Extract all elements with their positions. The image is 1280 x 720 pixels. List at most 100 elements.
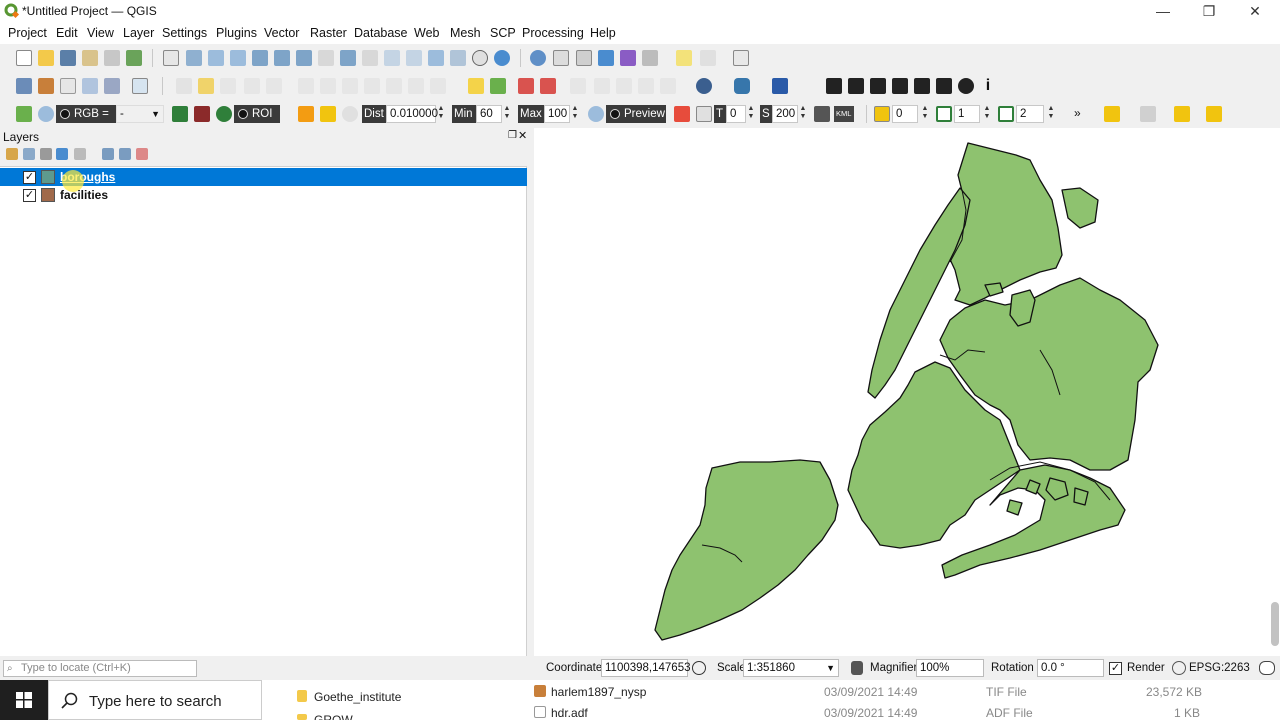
map-scrollbar-thumb[interactable]	[1271, 602, 1279, 646]
menu-view[interactable]: View	[87, 26, 114, 40]
zoom-roi-icon[interactable]	[216, 106, 232, 122]
zoom-out-icon[interactable]	[230, 50, 246, 66]
identify-features-icon[interactable]	[530, 50, 546, 66]
folder-item[interactable]: GROW	[314, 713, 353, 720]
float-panel-icon[interactable]: ❐	[508, 130, 517, 141]
collapse-all-icon[interactable]	[119, 148, 131, 160]
redo-icon[interactable]	[430, 78, 446, 94]
crs-globe-icon[interactable]	[1172, 661, 1186, 675]
start-button[interactable]	[0, 680, 48, 720]
band-green-input[interactable]: 1	[954, 105, 980, 123]
band-selector-icon[interactable]	[874, 106, 890, 122]
add-raster-layer-icon[interactable]	[82, 78, 98, 94]
new-print-layout-icon[interactable]	[82, 50, 98, 66]
data-source-manager-icon[interactable]	[16, 78, 32, 94]
scale-select[interactable]: 1:351860 ▼	[743, 659, 839, 677]
menu-processing[interactable]: Processing	[522, 26, 584, 40]
min-input[interactable]: 60	[476, 105, 502, 123]
label-tool-icon[interactable]	[468, 78, 484, 94]
temporal-controller-icon[interactable]	[472, 50, 488, 66]
toolbar-overflow-button[interactable]: »	[1074, 106, 1081, 120]
scp-tools-icon[interactable]	[826, 78, 842, 94]
menu-project[interactable]: Project	[8, 26, 47, 40]
add-feature-icon[interactable]	[244, 78, 260, 94]
max-spinner[interactable]: ▲ ▼	[570, 105, 580, 123]
menu-mesh[interactable]: Mesh	[450, 26, 481, 40]
filter-expression-icon[interactable]	[74, 148, 86, 160]
std-dev-stretch-icon[interactable]	[194, 106, 210, 122]
close-panel-icon[interactable]: ✕	[518, 129, 527, 142]
statistical-summary-icon[interactable]	[620, 50, 636, 66]
menu-layer[interactable]: Layer	[123, 26, 154, 40]
new-3d-map-icon[interactable]	[406, 50, 422, 66]
zoom-preview-icon[interactable]	[588, 106, 604, 122]
deselect-features-icon[interactable]	[1140, 106, 1156, 122]
menu-raster[interactable]: Raster	[310, 26, 347, 40]
rotate-label-icon[interactable]	[594, 78, 610, 94]
highlight-labels-icon[interactable]	[540, 78, 556, 94]
add-delimited-text-icon[interactable]	[132, 78, 148, 94]
scp-spectral-plot-icon[interactable]	[870, 78, 886, 94]
manage-themes-icon[interactable]	[40, 148, 52, 160]
add-mesh-layer-icon[interactable]	[104, 78, 120, 94]
crs-button[interactable]: EPSG:2263	[1189, 662, 1250, 674]
diagram-tool-icon[interactable]	[638, 78, 654, 94]
move-label-icon[interactable]	[570, 78, 586, 94]
redo-roi-icon[interactable]	[342, 106, 358, 122]
zoom-full-icon[interactable]	[252, 50, 268, 66]
toggle-extents-icon[interactable]	[692, 661, 706, 675]
layer-row-boroughs[interactable]: ✓ boroughs	[0, 168, 527, 192]
classification-preview-icon[interactable]	[674, 106, 690, 122]
python-console-icon[interactable]	[734, 78, 750, 94]
scp-preprocessing-icon[interactable]	[914, 78, 930, 94]
menu-edit[interactable]: Edit	[56, 26, 78, 40]
preview-toggle[interactable]: Preview	[606, 105, 666, 123]
paste-features-icon[interactable]	[386, 78, 402, 94]
menu-database[interactable]: Database	[354, 26, 408, 40]
toggle-editing-icon[interactable]	[198, 78, 214, 94]
current-edits-icon[interactable]	[176, 78, 192, 94]
show-bookmarks-icon[interactable]	[450, 50, 466, 66]
modify-attributes-icon[interactable]	[298, 78, 314, 94]
delete-selected-icon[interactable]	[320, 78, 336, 94]
save-edits-icon[interactable]	[220, 78, 236, 94]
min-spinner[interactable]: ▲ ▼	[502, 105, 512, 123]
create-roi-icon[interactable]	[298, 106, 314, 122]
menu-vector[interactable]: Vector	[264, 26, 299, 40]
field-calculator-icon[interactable]	[576, 50, 592, 66]
menu-web[interactable]: Web	[414, 26, 439, 40]
local-cumulative-stretch-icon[interactable]	[172, 106, 188, 122]
scp-dock-icon[interactable]	[16, 106, 32, 122]
band-blue-spinner[interactable]: ▲ ▼	[1046, 105, 1056, 123]
magnifier-input[interactable]: 100%	[916, 659, 984, 677]
file-name[interactable]: harlem1897_nysp	[551, 685, 646, 699]
pan-map-icon[interactable]	[163, 50, 179, 66]
open-project-icon[interactable]	[38, 50, 54, 66]
kml-export-button[interactable]: KML	[834, 106, 854, 122]
region-growing-icon[interactable]	[320, 106, 336, 122]
scp-band-set-icon[interactable]	[936, 78, 952, 94]
select-by-expression-icon[interactable]	[1174, 106, 1190, 122]
annotation-icon[interactable]	[700, 50, 716, 66]
locator-search-input[interactable]: Type to locate (Ctrl+K)	[3, 660, 197, 677]
folder-item[interactable]: Goethe_institute	[314, 690, 401, 704]
remove-preview-icon[interactable]	[696, 106, 712, 122]
new-project-icon[interactable]	[16, 50, 32, 66]
render-checkbox[interactable]: ✓	[1109, 662, 1122, 675]
add-vector-layer-icon[interactable]	[60, 78, 76, 94]
rgb-toggle[interactable]: RGB =	[56, 105, 116, 123]
layer-visibility-checkbox[interactable]: ✓	[23, 171, 36, 184]
layer-labeling-icon[interactable]	[490, 78, 506, 94]
scp-band-calc-icon[interactable]	[848, 78, 864, 94]
expand-all-icon[interactable]	[102, 148, 114, 160]
save-roi-icon[interactable]	[814, 106, 830, 122]
menu-scp[interactable]: SCP	[490, 26, 516, 40]
map-tips-icon[interactable]	[676, 50, 692, 66]
refresh-icon[interactable]	[494, 50, 510, 66]
band-blue-input[interactable]: 2	[1016, 105, 1044, 123]
new-geopackage-layer-icon[interactable]	[38, 78, 54, 94]
zoom-input-image-icon[interactable]	[38, 106, 54, 122]
messages-icon[interactable]	[1259, 661, 1275, 675]
scp-batch-icon[interactable]	[958, 78, 974, 94]
roi-toggle[interactable]: ROI	[234, 105, 280, 123]
